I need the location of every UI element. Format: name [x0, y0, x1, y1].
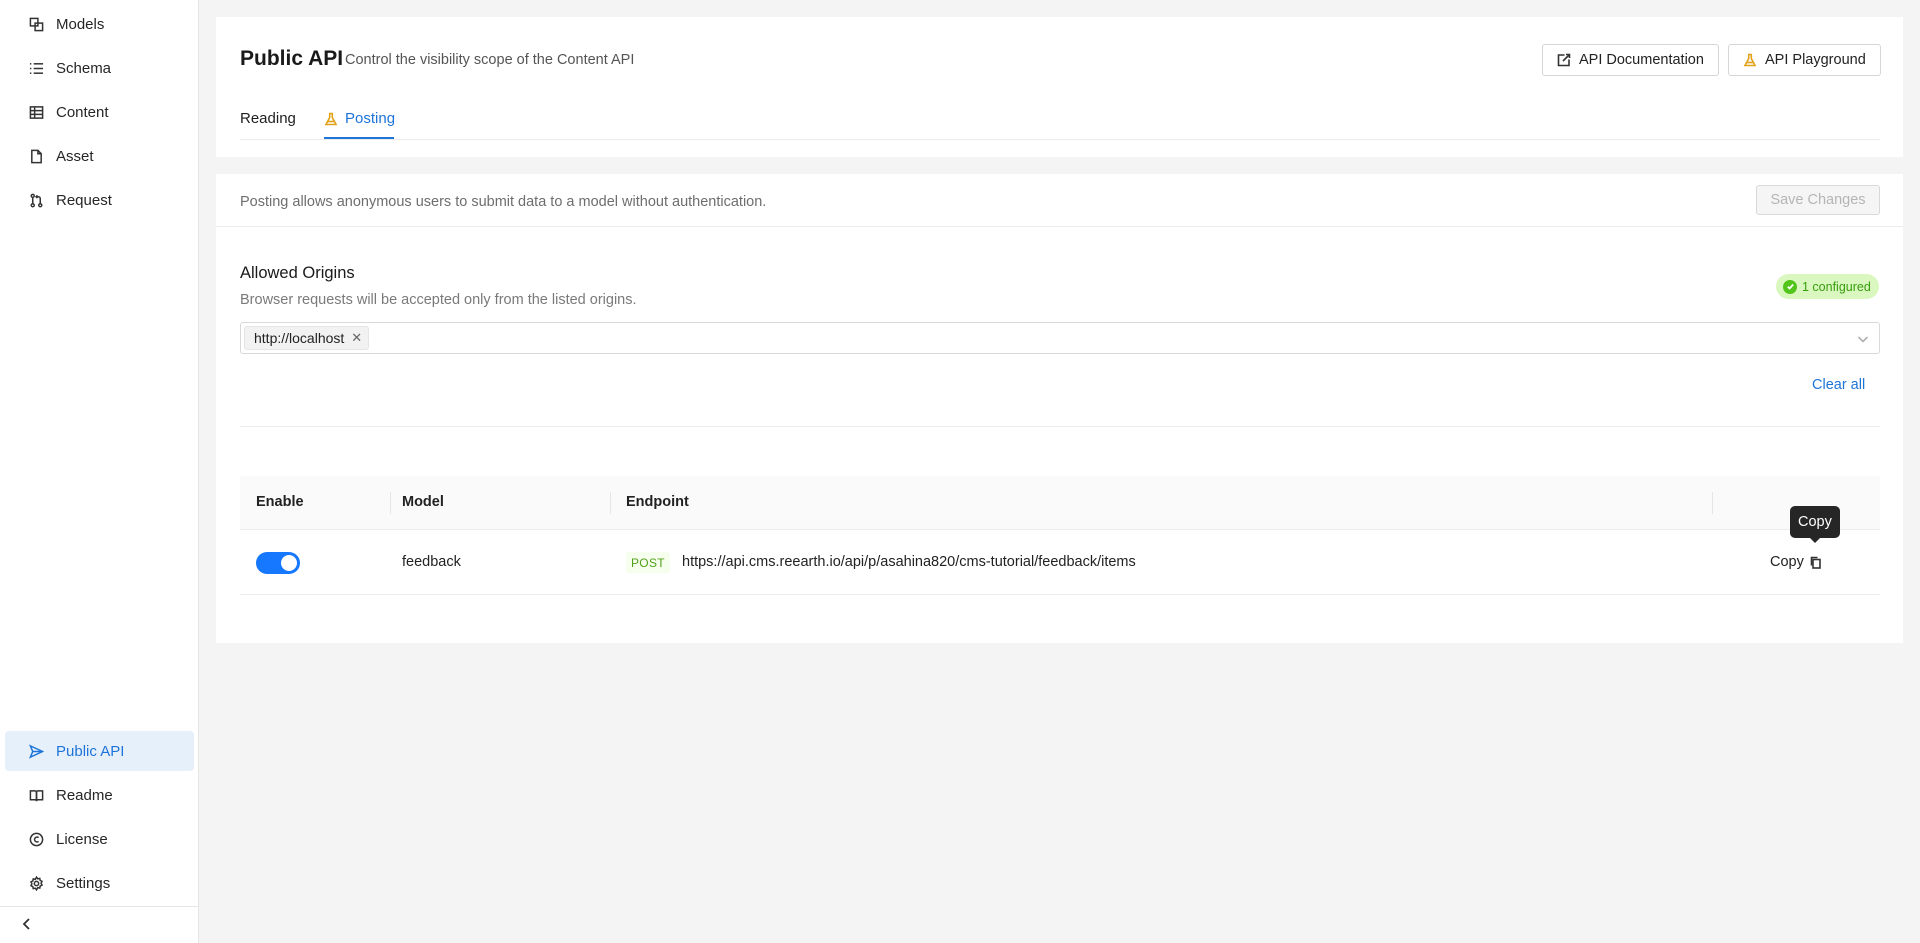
- page-subtitle: Control the visibility scope of the Cont…: [345, 52, 635, 68]
- origin-tag: http://localhost ✕: [244, 326, 370, 350]
- copyright-icon: [28, 831, 44, 847]
- chevron-left-icon: [20, 917, 34, 934]
- table-header: Enable Model Endpoint: [240, 476, 1880, 530]
- posting-panel: Posting allows anonymous users to submit…: [216, 174, 1903, 643]
- method-badge: POST: [626, 552, 670, 573]
- divider: [216, 226, 1903, 227]
- column-separator: [1712, 492, 1713, 514]
- send-icon: [28, 743, 44, 759]
- sidebar-item-models[interactable]: Models: [5, 4, 194, 44]
- sidebar-item-label: Request: [56, 191, 112, 209]
- sidebar-item-label: Public API: [56, 742, 125, 760]
- divider: [240, 426, 1880, 427]
- api-documentation-button[interactable]: API Documentation: [1542, 44, 1719, 76]
- endpoint-url: https://api.cms.reearth.io/api/p/asahina…: [682, 554, 1136, 570]
- sidebar-item-request[interactable]: Request: [5, 180, 194, 220]
- sidebar-item-readme[interactable]: Readme: [5, 775, 194, 815]
- gear-icon: [28, 875, 44, 891]
- origin-tag-label: http://localhost: [254, 330, 345, 346]
- tab-reading[interactable]: Reading: [240, 110, 296, 127]
- sidebar-item-label: Content: [56, 103, 109, 121]
- schema-icon: [28, 60, 44, 76]
- save-changes-button[interactable]: Save Changes: [1756, 185, 1880, 215]
- api-playground-button[interactable]: API Playground: [1728, 44, 1881, 76]
- api-documentation-label: API Documentation: [1579, 52, 1704, 68]
- column-header-endpoint: Endpoint: [626, 494, 689, 510]
- sidebar-item-asset[interactable]: Asset: [5, 136, 194, 176]
- column-separator: [390, 492, 391, 514]
- allowed-origins-select[interactable]: http://localhost ✕: [240, 322, 1880, 354]
- models-table: Enable Model Endpoint feedback POST http…: [240, 476, 1880, 595]
- sidebar-item-label: License: [56, 830, 108, 848]
- tab-label: Reading: [240, 110, 296, 127]
- sidebar-collapse-button[interactable]: [0, 906, 199, 943]
- remove-tag-icon[interactable]: ✕: [351, 330, 362, 346]
- model-name: feedback: [402, 554, 461, 570]
- flask-icon: [324, 112, 338, 125]
- sidebar-item-schema[interactable]: Schema: [5, 48, 194, 88]
- enable-toggle[interactable]: [256, 552, 300, 574]
- sidebar-item-label: Models: [56, 15, 105, 33]
- column-header-model: Model: [402, 494, 444, 510]
- table-row: feedback POST https://api.cms.reearth.io…: [240, 530, 1880, 595]
- column-header-enable: Enable: [256, 494, 304, 510]
- tab-divider: [240, 139, 1880, 140]
- copy-icon: [1810, 556, 1821, 569]
- badge-label: 1 configured: [1802, 279, 1871, 294]
- file-icon: [28, 148, 44, 164]
- copy-button[interactable]: Copy: [1770, 554, 1822, 570]
- chevron-down-icon[interactable]: [1857, 332, 1869, 348]
- page-header: Public API Control the visibility scope …: [216, 17, 1903, 157]
- models-icon: [28, 16, 44, 32]
- copy-tooltip: Copy: [1790, 506, 1840, 543]
- sidebar-item-label: Readme: [56, 786, 113, 804]
- column-separator: [610, 492, 611, 514]
- check-circle-icon: [1783, 279, 1797, 294]
- tab-label: Posting: [345, 110, 396, 127]
- external-doc-icon: [1557, 53, 1571, 67]
- toggle-knob: [281, 555, 297, 571]
- copy-label: Copy: [1770, 554, 1804, 570]
- posting-description: Posting allows anonymous users to submit…: [240, 194, 767, 210]
- sidebar-item-label: Asset: [56, 147, 94, 165]
- sidebar-item-label: Settings: [56, 874, 111, 892]
- status-badge: 1 configured: [1776, 274, 1879, 299]
- api-playground-label: API Playground: [1765, 52, 1866, 68]
- sidebar-item-label: Schema: [56, 59, 112, 77]
- flask-icon: [1743, 53, 1757, 67]
- table-icon: [28, 104, 44, 120]
- tab-posting[interactable]: Posting: [324, 110, 395, 127]
- sidebar-item-public-api[interactable]: Public API: [5, 731, 194, 771]
- allowed-origins-title: Allowed Origins: [240, 264, 355, 282]
- sidebar-item-settings[interactable]: Settings: [5, 863, 194, 903]
- clear-all-link[interactable]: Clear all: [1812, 377, 1865, 393]
- sidebar-item-content[interactable]: Content: [5, 92, 194, 132]
- pull-request-icon: [28, 192, 44, 208]
- sidebar: Models Schema Content Asset Request Publ…: [0, 0, 199, 943]
- sidebar-item-license[interactable]: License: [5, 819, 194, 859]
- page-title: Public API: [240, 47, 344, 70]
- allowed-origins-description: Browser requests will be accepted only f…: [240, 292, 637, 308]
- book-icon: [28, 787, 44, 803]
